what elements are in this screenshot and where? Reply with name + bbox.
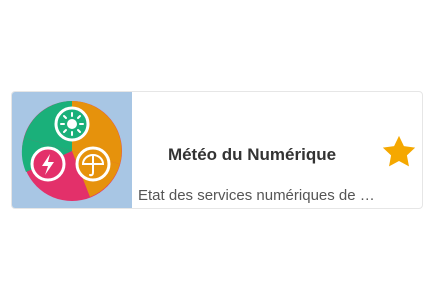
weather-digital-logo-icon [21,101,122,201]
sun-icon [54,106,90,142]
app-description: Etat des services numériques de l'établi… [138,187,376,204]
app-thumbnail [12,92,132,208]
app-title: Météo du Numérique [167,145,337,164]
app-card[interactable]: Météo du Numérique Etat des services num… [11,91,423,209]
umbrella-icon [75,146,111,182]
lightning-icon [30,146,66,182]
star-icon[interactable] [380,133,418,171]
